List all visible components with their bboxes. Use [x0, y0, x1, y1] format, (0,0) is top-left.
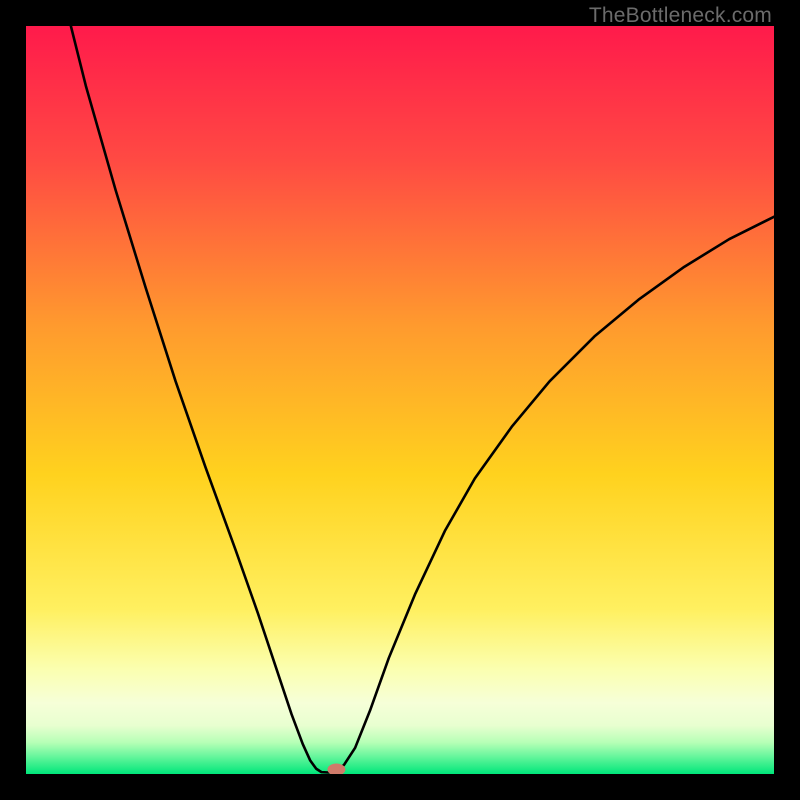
bottleneck-curve-chart: [26, 26, 774, 774]
watermark-text: TheBottleneck.com: [589, 4, 772, 28]
chart-frame: [26, 26, 774, 774]
chart-background: [26, 26, 774, 774]
